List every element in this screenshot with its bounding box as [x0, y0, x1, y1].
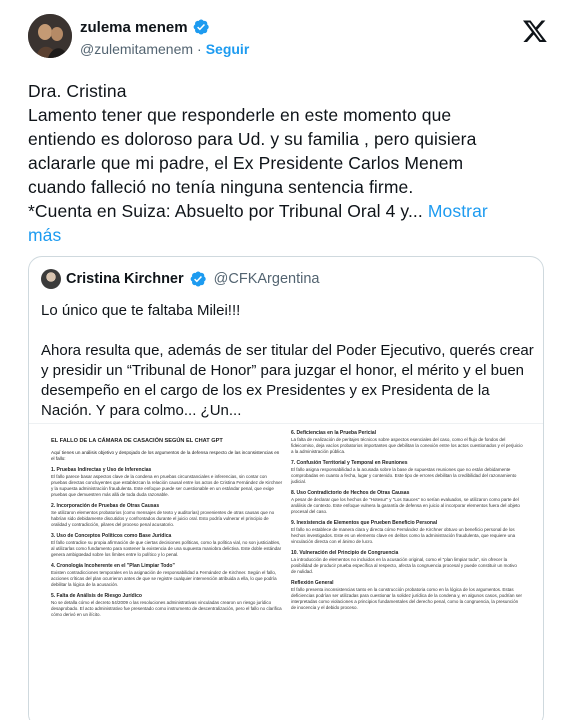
- tweet-text: Dra. Cristina Lamento tener que responde…: [28, 79, 550, 247]
- section-heading: 2. Incorporación de Pruebas de Otras Cau…: [51, 503, 160, 510]
- section-body: No se detalla cómo el decreto 54/2009 o …: [51, 600, 282, 618]
- document-section: 6. Deficiencias en la Prueba Pericial La…: [291, 430, 523, 455]
- document-section: Reflexión General El fallo presenta inco…: [291, 580, 523, 611]
- quote-display-name: Cristina Kirchner: [66, 271, 184, 287]
- x-logo-icon[interactable]: [522, 18, 548, 44]
- document-title: EL FALLO DE LA CÁMARA DE CASACIÓN SEGÚN …: [51, 438, 223, 444]
- document-intro: Aquí tienes un análisis objetivo y despo…: [51, 450, 280, 462]
- quote-line: [41, 321, 531, 341]
- document-section: 3. Uso de Conceptos Políticos como Base …: [51, 533, 283, 558]
- quote-avatar: [41, 269, 61, 289]
- handle-row: @zulemitamenem · Seguir: [80, 41, 249, 57]
- quote-line: y presidir un “Tribunal de Honor” para j…: [41, 362, 525, 379]
- quote-line: desempeño en el cargo de los ex Presiden…: [41, 382, 490, 399]
- verified-badge-icon: [190, 271, 206, 287]
- document-left-column: EL FALLO DE LA CÁMARA DE CASACIÓN SEGÚN …: [51, 438, 283, 623]
- quote-line: Nación. Y para colmo... ¿Un...: [41, 402, 242, 419]
- tweet-line: aclararle que mi padre, el Ex Presidente…: [28, 153, 464, 173]
- section-heading: 4. Cronología Incoherente en el "Plan Li…: [51, 563, 175, 570]
- tweet-line: Lamento tener que responderle en este mo…: [28, 105, 452, 125]
- quote-line: Ahora resulta que, además de ser titular…: [41, 342, 534, 359]
- section-heading: 7. Confusión Territorial y Temporal en R…: [291, 460, 408, 466]
- avatar[interactable]: [28, 14, 72, 58]
- quote-header: Cristina Kirchner @CFKArgentina: [41, 269, 319, 289]
- section-body: El fallo parece basar aspectos clave de …: [51, 474, 283, 498]
- name-row: zulema menem: [80, 18, 210, 36]
- verified-badge-icon: [193, 19, 209, 35]
- quote-line: Lo único que te faltaba Milei!!!: [41, 302, 241, 319]
- separator-dot: ·: [197, 41, 202, 57]
- tweet-line: entiendo es doloroso para Ud. y su famil…: [28, 129, 477, 149]
- section-heading: 1. Pruebas Indirectas y Uso de Inferenci…: [51, 467, 152, 474]
- section-heading: 6. Deficiencias en la Prueba Pericial: [291, 430, 377, 436]
- section-heading: 5. Falta de Análisis de Riesgo Jurídico: [51, 593, 142, 600]
- document-section: 4. Cronología Incoherente en el "Plan Li…: [51, 563, 283, 588]
- document-section: 5. Falta de Análisis de Riesgo Jurídico …: [51, 593, 283, 618]
- follow-button[interactable]: Seguir: [206, 41, 250, 57]
- section-body: Se utilizaron elementos probatorios (com…: [51, 510, 275, 528]
- document-right-column: 6. Deficiencias en la Prueba Pericial La…: [291, 430, 523, 616]
- section-heading: 8. Uso Contradictorio de Hechos de Otras…: [291, 490, 410, 496]
- show-more-link-cont[interactable]: más: [28, 225, 61, 245]
- author-display-name[interactable]: zulema menem: [80, 19, 188, 36]
- section-body: La falta de realización de peritajes téc…: [291, 437, 523, 454]
- section-body: El fallo presenta inconsistencias tanto …: [291, 587, 523, 610]
- quote-handle: @CFKArgentina: [213, 271, 320, 287]
- tweet-header: zulema menem @zulemitamenem · Seguir: [28, 14, 548, 64]
- document-section: 10. Vulneración del Principio de Congrue…: [291, 550, 523, 575]
- document-section: 7. Confusión Territorial y Temporal en R…: [291, 460, 523, 485]
- document-image[interactable]: EL FALLO DE LA CÁMARA DE CASACIÓN SEGÚN …: [29, 423, 543, 720]
- tweet-line: *Cuenta en Suiza: Absuelto por Tribunal …: [28, 199, 550, 223]
- author-handle[interactable]: @zulemitamenem: [80, 41, 193, 57]
- section-heading: 10. Vulneración del Principio de Congrue…: [291, 550, 399, 556]
- section-body: El fallo asigna responsabilidad a la acu…: [291, 467, 517, 484]
- section-body: A pesar de declarar que los hechos de "H…: [291, 497, 520, 514]
- section-body: El fallo no establece de manera clara y …: [291, 527, 516, 544]
- section-body: El fallo contradice su propia afirmación…: [51, 540, 282, 558]
- section-body: La introducción de elementos no incluido…: [291, 557, 517, 574]
- document-section: 8. Uso Contradictorio de Hechos de Otras…: [291, 490, 523, 515]
- tweet-line: Dra. Cristina: [28, 81, 127, 101]
- section-heading: Reflexión General: [291, 580, 334, 586]
- tweet-line: cuando falleció no tenía ninguna sentenc…: [28, 177, 414, 197]
- show-more-link[interactable]: Mostrar: [428, 201, 488, 221]
- section-heading: 3. Uso de Conceptos Políticos como Base …: [51, 533, 172, 540]
- document-section: 2. Incorporación de Pruebas de Otras Cau…: [51, 503, 283, 528]
- section-heading: 9. Inexistencia de Elementos que Prueben…: [291, 520, 438, 526]
- tweet-line-text: *Cuenta en Suiza: Absuelto por Tribunal …: [28, 201, 423, 221]
- quoted-tweet[interactable]: Cristina Kirchner @CFKArgentina Lo único…: [28, 256, 544, 720]
- document-section: 9. Inexistencia de Elementos que Prueben…: [291, 520, 523, 545]
- quote-text: Lo único que te faltaba Milei!!! Ahora r…: [41, 301, 534, 421]
- document-section: 1. Pruebas Indirectas y Uso de Inferenci…: [51, 467, 283, 498]
- tweet-line: más: [28, 223, 550, 247]
- section-body: Existen contradicciones temporales en la…: [51, 570, 277, 588]
